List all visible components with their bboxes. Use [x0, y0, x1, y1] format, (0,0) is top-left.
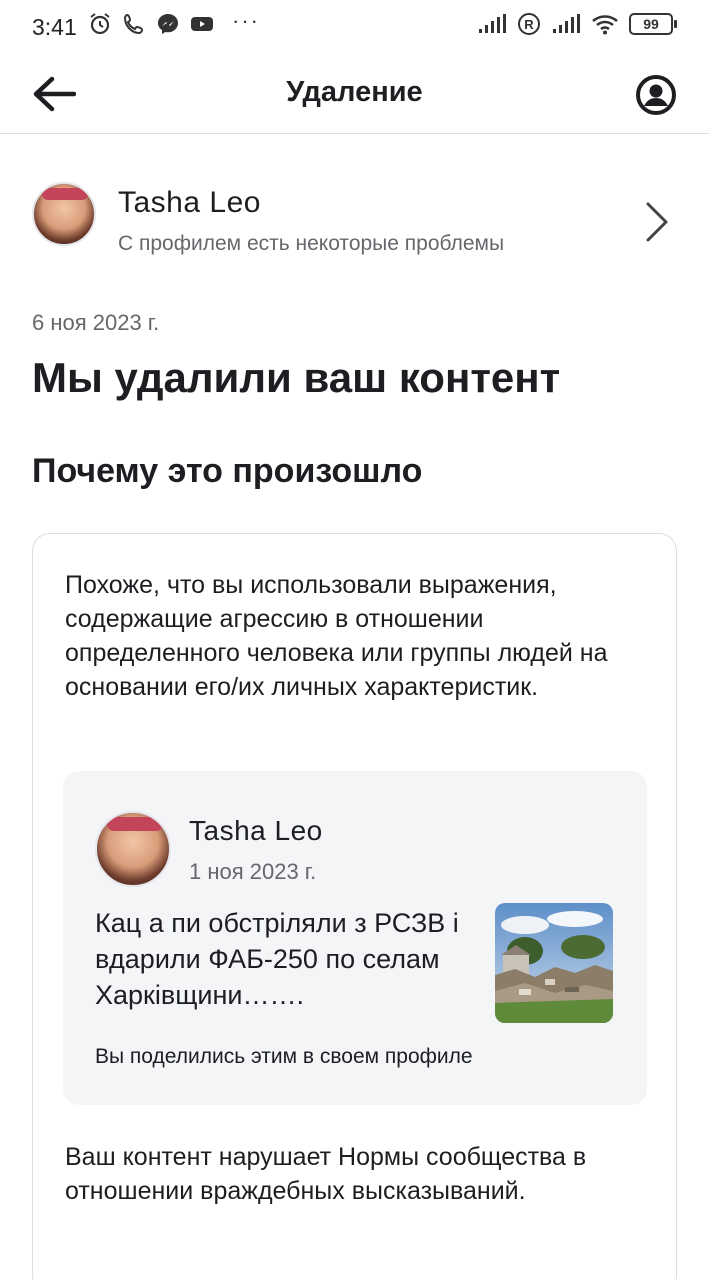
post-date: 1 ноя 2023 г.: [189, 859, 317, 884]
status-bar: 3:41 ··· R 99: [0, 0, 709, 56]
svg-text:R: R: [524, 17, 534, 32]
post-avatar: [95, 811, 171, 887]
section-title: Почему это произошло: [32, 452, 423, 490]
post-text: Кац а пи обстріляли з РСЗВ і вдарили ФАБ…: [95, 908, 459, 1010]
account-button[interactable]: [633, 72, 679, 118]
alarm-icon: [90, 13, 110, 35]
account-circle-icon: [636, 75, 676, 115]
removed-post[interactable]: Tasha Leo 1 ноя 2023 г. Кац а пи обстріл…: [63, 771, 647, 1105]
removal-date: 6 ноя 2023 г.: [32, 310, 160, 335]
post-shared-note: Вы поделились этим в своем профиле: [95, 1045, 473, 1068]
reason-text: Похоже, что вы использовали выражения, с…: [65, 571, 608, 701]
messenger-icon: [158, 14, 178, 34]
profile-name: Tasha Leo: [118, 186, 261, 219]
status-more-dots: ···: [232, 8, 260, 33]
post-thumbnail-image: [495, 903, 613, 1023]
wifi-icon: [592, 15, 618, 35]
post-author: Tasha Leo: [189, 815, 323, 846]
page-title: Удаление: [286, 76, 423, 108]
registered-icon: R: [518, 13, 540, 35]
violation-text: Ваш контент нарушает Нормы сообщества в …: [65, 1143, 587, 1205]
status-time: 3:41: [32, 14, 77, 40]
profile-row[interactable]: Tasha Leo С профилем есть некоторые проб…: [0, 170, 709, 270]
profile-status: С профилем есть некоторые проблемы: [118, 232, 505, 255]
reason-card: Похоже, что вы использовали выражения, с…: [32, 533, 677, 1280]
chevron-right-icon[interactable]: [643, 200, 671, 244]
battery-icon: 99: [629, 13, 677, 35]
main-title: Мы удалили ваш контент: [32, 354, 561, 401]
signal-icon-2: [553, 14, 580, 33]
youtube-icon: [191, 17, 213, 31]
app-bar: Удаление: [0, 56, 709, 134]
avatar: [32, 182, 96, 246]
signal-icon: [479, 14, 506, 33]
status-left-icons: [88, 12, 214, 36]
status-right-icons: R 99: [477, 12, 677, 36]
phone-icon: [123, 13, 144, 35]
